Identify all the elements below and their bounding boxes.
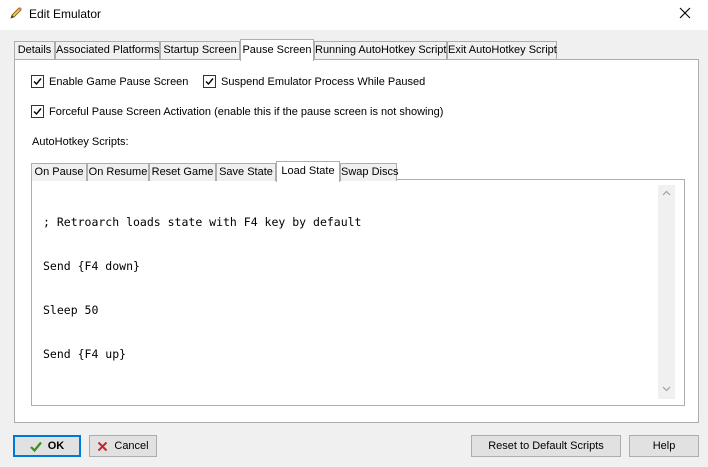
help-button[interactable]: Help xyxy=(629,435,699,457)
tab-pause-screen[interactable]: Pause Screen xyxy=(240,39,314,61)
x-icon xyxy=(97,441,108,452)
enable-pause-row[interactable]: Enable Game Pause Screen xyxy=(31,75,188,88)
tab-details[interactable]: Details xyxy=(14,41,55,60)
checkmark-icon xyxy=(29,441,42,452)
tab-startup-screen[interactable]: Startup Screen xyxy=(160,41,240,60)
reset-default-scripts-button[interactable]: Reset to Default Scripts xyxy=(471,435,621,457)
script-editor[interactable]: ; Retroarch loads state with F4 key by d… xyxy=(38,185,675,399)
checkmark-icon xyxy=(33,108,42,116)
forceful-activation-checkbox[interactable] xyxy=(31,105,44,118)
code-line: Send {F4 down} xyxy=(43,258,140,273)
ok-label: OK xyxy=(47,440,65,452)
vertical-scrollbar[interactable] xyxy=(658,185,675,399)
subtab-on-pause[interactable]: On Pause xyxy=(31,163,87,181)
subtab-on-resume[interactable]: On Resume xyxy=(87,163,149,181)
tab-running-autohotkey-script[interactable]: Running AutoHotkey Script xyxy=(314,41,447,60)
script-code: ; Retroarch loads state with F4 key by d… xyxy=(43,186,362,390)
enable-pause-checkbox[interactable] xyxy=(31,75,44,88)
close-button[interactable] xyxy=(662,0,708,30)
forceful-activation-label: Forceful Pause Screen Activation (enable… xyxy=(49,105,444,118)
tab-exit-autohotkey-script[interactable]: Exit AutoHotkey Script xyxy=(447,41,557,60)
close-icon xyxy=(679,7,691,19)
window-title: Edit Emulator xyxy=(29,7,102,21)
checkmark-icon xyxy=(33,78,42,86)
forceful-activation-row[interactable]: Forceful Pause Screen Activation (enable… xyxy=(31,105,443,118)
pencil-icon xyxy=(9,6,23,20)
subtab-load-state[interactable]: Load State xyxy=(276,161,340,182)
ok-button[interactable]: OK xyxy=(13,435,81,457)
enable-pause-label: Enable Game Pause Screen xyxy=(49,75,189,88)
title-bar: Edit Emulator xyxy=(0,0,708,30)
checkmark-icon xyxy=(205,78,214,86)
code-line: Sleep 50 xyxy=(43,302,99,317)
scripts-section-label: AutoHotkey Scripts: xyxy=(32,136,129,148)
tab-associated-platforms[interactable]: Associated Platforms xyxy=(55,41,160,60)
scroll-up-arrow[interactable] xyxy=(662,190,671,196)
scroll-down-arrow[interactable] xyxy=(662,386,671,392)
code-line: Send {F4 up} xyxy=(43,346,127,361)
suspend-process-row[interactable]: Suspend Emulator Process While Paused xyxy=(203,75,425,88)
cancel-button[interactable]: Cancel xyxy=(89,435,157,457)
suspend-process-checkbox[interactable] xyxy=(203,75,216,88)
subtab-reset-game[interactable]: Reset Game xyxy=(149,163,216,181)
cancel-label: Cancel xyxy=(114,440,149,452)
subtab-save-state[interactable]: Save State xyxy=(216,163,276,181)
suspend-process-label: Suspend Emulator Process While Paused xyxy=(221,75,426,88)
subtab-swap-discs[interactable]: Swap Discs xyxy=(340,163,398,181)
code-line: ; Retroarch loads state with F4 key by d… xyxy=(43,215,362,230)
